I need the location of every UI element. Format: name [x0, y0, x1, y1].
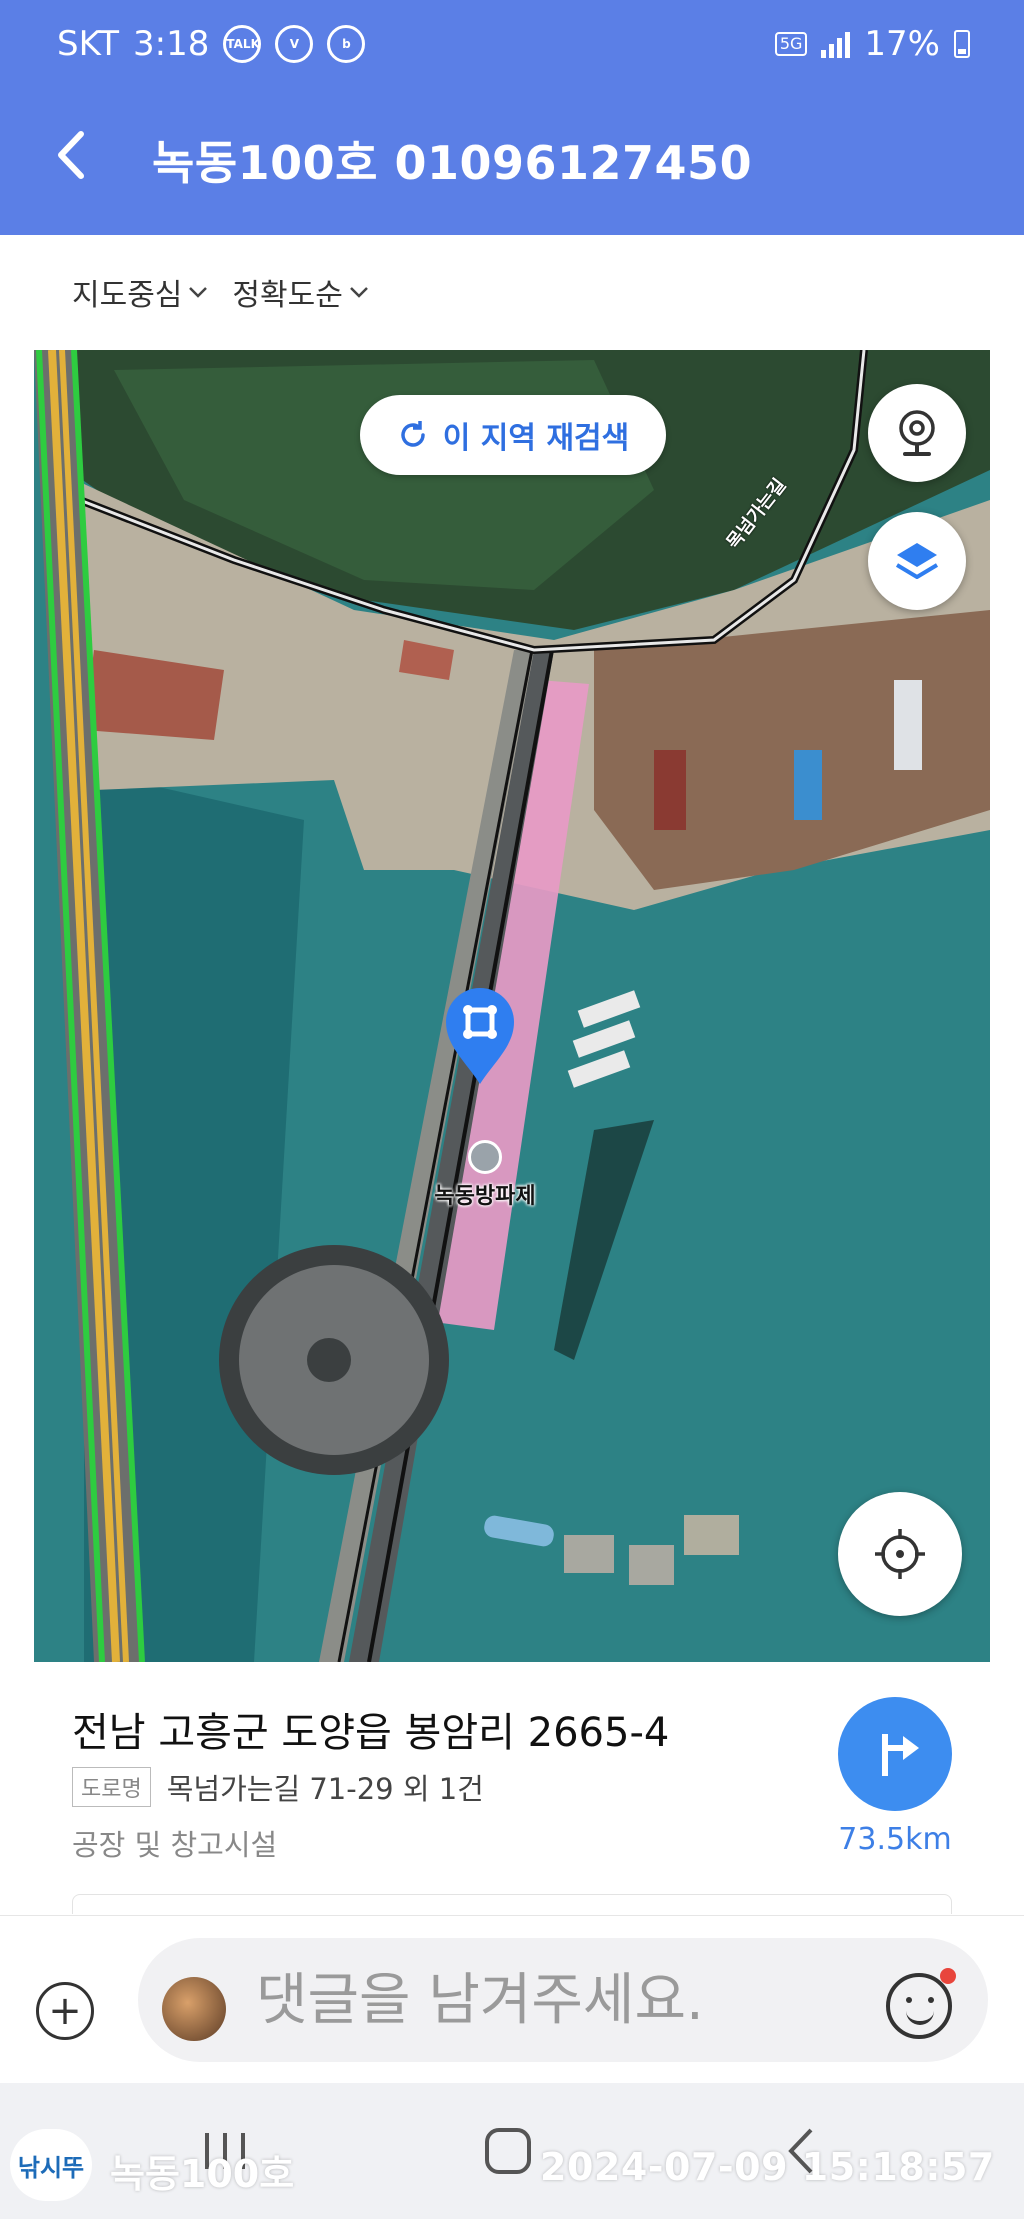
system-nav-bar: 낚시뚜 녹동100호 2024-07-09 15:18:57	[0, 2083, 1024, 2219]
volte-icon: V	[275, 25, 314, 63]
chevron-left-icon[interactable]	[40, 125, 100, 185]
place-address: 전남 고흥군 도양읍 봉암리 2665-4	[72, 1710, 670, 1756]
app-header-bar: SKT 3:18 TALK V b 5G 17% 녹동100호 01096127…	[0, 0, 1024, 235]
chevron-down-icon	[189, 287, 208, 298]
layers-button[interactable]	[868, 512, 966, 610]
comment-input[interactable]	[256, 1960, 816, 2040]
my-location-icon	[875, 1529, 925, 1579]
network-5g-badge: 5G	[774, 32, 808, 56]
home-icon	[485, 2128, 531, 2174]
road-address: 목넘가는길 71-29 외 1건	[166, 1772, 484, 1806]
place-category: 공장 및 창고시설	[72, 1828, 278, 1862]
add-attachment-button[interactable]: +	[36, 1982, 94, 2040]
filter-map-center[interactable]: 지도중심	[72, 270, 208, 314]
comment-bar: +	[0, 1915, 1024, 2083]
next-card-edge	[72, 1894, 952, 1914]
emoji-icon[interactable]	[886, 1973, 952, 2039]
filter-accuracy[interactable]: 정확도순	[232, 270, 368, 314]
page-header: 녹동100호 01096127450	[0, 95, 1024, 235]
watermark-timestamp: 2024-07-09 15:18:57	[540, 2145, 995, 2189]
poi-icon	[468, 1140, 502, 1174]
signal-icon	[821, 30, 851, 58]
battery-charging-icon	[954, 30, 970, 58]
cctv-button[interactable]	[868, 384, 966, 482]
status-bar: SKT 3:18 TALK V b 5G 17%	[0, 0, 1024, 95]
research-area-button[interactable]: 이 지역 재검색	[360, 395, 666, 475]
road-name-tag: 도로명	[72, 1767, 151, 1807]
road-address-line: 도로명 목넘가는길 71-29 외 1건	[72, 1766, 484, 1808]
refresh-icon	[401, 421, 425, 447]
watermark-name: 녹동100호	[110, 2152, 295, 2196]
layers-icon	[895, 543, 939, 579]
sort-filters: 지도중심 정확도순	[72, 270, 369, 314]
location-marker[interactable]	[444, 986, 516, 1090]
carrier-label: SKT	[57, 24, 120, 64]
battery-percent: 17%	[864, 24, 940, 64]
clock: 3:18	[133, 24, 210, 64]
avatar	[162, 1977, 226, 2041]
filter-label: 지도중심	[72, 278, 183, 313]
distance-label: 73.5km	[838, 1822, 952, 1857]
satellite-map[interactable]: 이 지역 재검색 목넘가는길 녹동방파제	[34, 350, 990, 1662]
research-label: 이 지역 재검색	[442, 421, 630, 456]
watermark-logo: 낚시뚜	[10, 2129, 92, 2201]
plus-icon: +	[48, 1988, 82, 2034]
directions-icon	[882, 1734, 919, 1776]
band-icon: b	[327, 25, 366, 63]
comment-input-wrapper	[138, 1938, 988, 2062]
home-button[interactable]	[478, 2121, 538, 2181]
notification-dot	[940, 1968, 956, 1984]
poi-label: 녹동방파제	[434, 1184, 536, 1209]
directions-button[interactable]	[838, 1697, 952, 1811]
poi-breakwater[interactable]: 녹동방파제	[420, 1140, 550, 1210]
my-location-button[interactable]	[838, 1492, 962, 1616]
map-pin-icon	[446, 988, 514, 1084]
cctv-icon	[899, 410, 935, 456]
chevron-down-icon	[349, 287, 368, 298]
filter-label: 정확도순	[232, 278, 343, 313]
kakaotalk-icon: TALK	[223, 25, 262, 63]
page-title: 녹동100호 01096127450	[152, 136, 753, 190]
